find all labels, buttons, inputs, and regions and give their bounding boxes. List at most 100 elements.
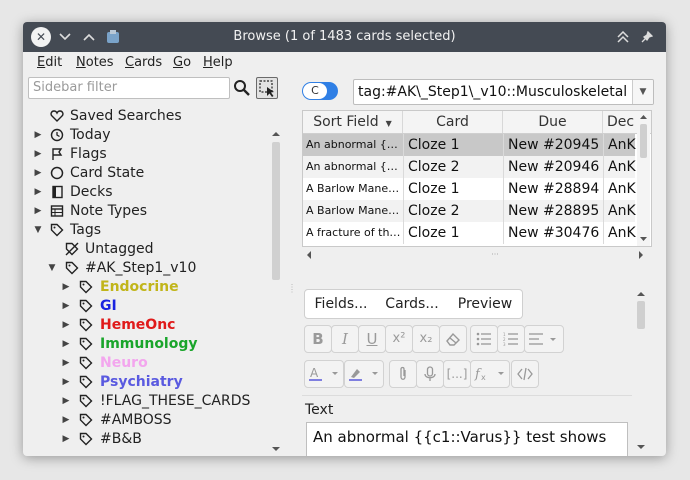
expand-arrow-icon[interactable]: ▶	[61, 411, 71, 430]
sidebar-item-hemeonc[interactable]: ▶ HemeOnc	[23, 316, 270, 335]
expand-arrow-icon[interactable]: ▶	[61, 297, 71, 316]
collapse-arrow-icon[interactable]: ▼	[47, 259, 57, 278]
column-sort-field[interactable]: Sort Field ▼	[303, 111, 403, 133]
expand-arrow-icon[interactable]: ▶	[33, 183, 43, 202]
select-mode-button[interactable]	[256, 77, 278, 99]
table-scrollbar[interactable]	[637, 111, 650, 246]
sort-desc-icon: ▼	[383, 119, 392, 128]
preview-button[interactable]: Preview	[448, 289, 523, 319]
tag-icon	[79, 318, 93, 332]
sidebar-scrollbar[interactable]	[270, 129, 282, 455]
menu-go[interactable]: Go	[173, 55, 191, 70]
cards-button[interactable]: Cards...	[376, 289, 449, 319]
expand-arrow-icon[interactable]: ▶	[61, 278, 71, 297]
bold-button[interactable]: B	[304, 325, 332, 353]
menu-help[interactable]: Help	[203, 55, 233, 70]
microphone-icon[interactable]	[416, 360, 444, 388]
sidebar-item-note-types[interactable]: ▶ Note Types	[23, 202, 270, 221]
sidebar-item-untagged[interactable]: Untagged	[23, 240, 270, 259]
pin-button[interactable]	[637, 27, 657, 47]
sidebar-item-endocrine[interactable]: ▶ Endocrine	[23, 278, 270, 297]
editor-scrollbar[interactable]	[635, 289, 647, 456]
sidebar-item-bnb[interactable]: ▶ #B&B	[23, 430, 270, 449]
alignment-dropdown[interactable]	[524, 325, 564, 353]
text-color-dropdown[interactable]: A	[304, 360, 344, 388]
menu-cards[interactable]: Cards	[125, 55, 162, 70]
table-horizontal-scrollbar[interactable]	[302, 246, 650, 259]
expand-arrow-icon[interactable]: ▶	[61, 430, 71, 449]
search-icon[interactable]	[233, 79, 251, 97]
sidebar-item-neuro[interactable]: ▶ Neuro	[23, 354, 270, 373]
sidebar-item-saved-searches[interactable]: Saved Searches	[23, 107, 270, 126]
clock-icon	[50, 128, 64, 142]
keep-above-button[interactable]	[613, 27, 633, 47]
menu-notes[interactable]: Notes	[76, 55, 114, 70]
tag-icon	[79, 432, 93, 446]
subscript-button[interactable]: x₂	[412, 325, 440, 353]
cards-notes-toggle[interactable]: C	[302, 82, 338, 100]
menu-edit[interactable]: Edit	[37, 55, 62, 70]
function-icon: fx	[474, 367, 504, 382]
expand-arrow-icon[interactable]: ▶	[61, 335, 71, 354]
superscript-button[interactable]: x²	[385, 325, 413, 353]
underline-button[interactable]: U	[358, 325, 386, 353]
tag-icon	[50, 223, 64, 237]
expand-arrow-icon[interactable]: ▶	[33, 126, 43, 145]
sidebar-item-immunology[interactable]: ▶ Immunology	[23, 335, 270, 354]
sidebar-item-tags[interactable]: ▼ Tags	[23, 221, 270, 240]
math-dropdown[interactable]: fx	[470, 360, 510, 388]
tag-icon	[79, 375, 93, 389]
sidebar-item-card-state[interactable]: ▶ Card State	[23, 164, 270, 183]
fields-button[interactable]: Fields...	[304, 289, 378, 319]
sidebar-item-gi[interactable]: ▶ GI	[23, 297, 270, 316]
highlighter-icon	[349, 369, 378, 381]
ordered-list-icon[interactable]: 123	[497, 325, 525, 353]
chevron-down-icon[interactable]: ▼	[632, 80, 653, 104]
expand-arrow-icon[interactable]: ▶	[33, 164, 43, 183]
table-row[interactable]: A Barlow Maneuver tests for Cloze 1 New …	[303, 178, 636, 200]
column-due[interactable]: Due	[503, 111, 603, 133]
double-chevron-up-icon	[617, 31, 629, 43]
splitter-handle[interactable]	[286, 279, 298, 294]
expand-arrow-icon[interactable]: ▶	[61, 316, 71, 335]
column-card[interactable]: Card	[403, 111, 503, 133]
sidebar-item-flag-these-cards[interactable]: ▶ !FLAG_THESE_CARDS	[23, 392, 270, 411]
tag-icon	[79, 299, 93, 313]
text-color-icon: A	[309, 366, 338, 381]
tag-icon	[79, 394, 93, 408]
italic-button[interactable]: I	[331, 325, 359, 353]
note-types-icon	[50, 204, 64, 218]
svg-text:A: A	[310, 366, 319, 380]
collapse-arrow-icon[interactable]: ▼	[33, 221, 43, 240]
search-input[interactable]: tag:#AK\_Step1\_v10::Musculoskeletal ▼	[353, 79, 654, 105]
browse-window: ✕ Browse (1 of 1483 cards selected) Edit…	[23, 22, 666, 456]
text-field-editor[interactable]: An abnormal {{c1::Varus}} test shows	[306, 422, 628, 456]
expand-arrow-icon[interactable]: ▶	[61, 373, 71, 392]
align-left-icon	[529, 333, 556, 345]
cloze-icon[interactable]: [...]	[443, 360, 471, 388]
highlight-color-dropdown[interactable]	[344, 360, 384, 388]
unordered-list-icon[interactable]	[470, 325, 498, 353]
sidebar-item-psychiatry[interactable]: ▶ Psychiatry	[23, 373, 270, 392]
expand-arrow-icon[interactable]: ▶	[33, 145, 43, 164]
expand-arrow-icon[interactable]: ▶	[61, 392, 71, 411]
table-header: Sort Field ▼ Card Due Dec	[303, 111, 651, 134]
sidebar-item-flags[interactable]: ▶ Flags	[23, 145, 270, 164]
table-row[interactable]: An abnormal {{c1::Varus}} test shows Clo…	[303, 134, 636, 156]
sidebar-item-amboss[interactable]: ▶ #AMBOSS	[23, 411, 270, 430]
table-row[interactable]: A Barlow Maneuver tests for Cloze 2 New …	[303, 200, 636, 222]
html-editor-icon[interactable]	[511, 360, 539, 388]
tag-icon	[65, 261, 79, 275]
table-row[interactable]: An abnormal {{c1::Varus}} test shows Clo…	[303, 156, 636, 178]
pin-icon	[641, 31, 653, 43]
eraser-icon[interactable]	[439, 325, 467, 353]
sidebar-item-decks[interactable]: ▶ Decks	[23, 183, 270, 202]
expand-arrow-icon[interactable]: ▶	[61, 354, 71, 373]
table-row[interactable]: A fracture of the humerus Cloze 1 New #3…	[303, 222, 636, 244]
sidebar-item-ak-step1[interactable]: ▼ #AK_Step1_v10	[23, 259, 270, 278]
sidebar-item-today[interactable]: ▶ Today	[23, 126, 270, 145]
expand-arrow-icon[interactable]: ▶	[33, 202, 43, 221]
sidebar-filter-input[interactable]: Sidebar filter	[28, 77, 230, 99]
tag-icon	[79, 356, 93, 370]
paperclip-icon[interactable]	[389, 360, 417, 388]
